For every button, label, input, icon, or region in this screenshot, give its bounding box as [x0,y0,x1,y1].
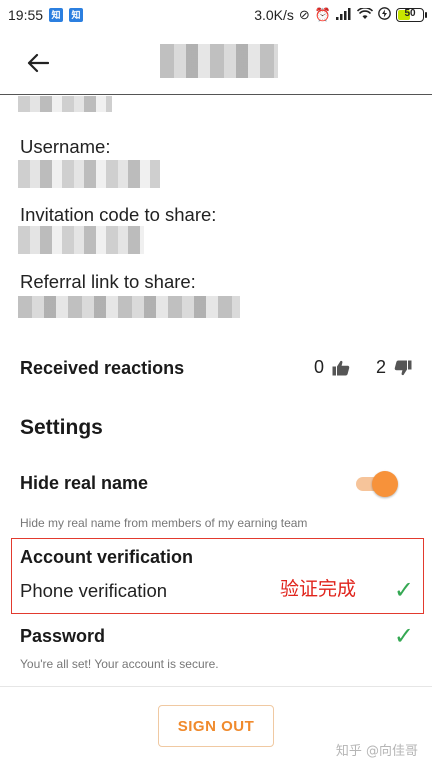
status-bar: 19:55 知 知 3.0K/s ⊘ ⏰ 50 [0,0,432,30]
zhihu-notification-icon-2: 知 [69,8,84,22]
thumbs-down-icon [394,360,412,375]
settings-title: Settings [20,416,103,439]
reaction-counts: 0 2 [314,357,412,378]
phone-verified-check-icon: ✓ [393,576,414,604]
phone-verification-label[interactable]: Phone verification [20,580,167,602]
thumbs-up-icon [332,360,350,375]
network-speed: 3.0K/s [254,7,294,23]
alarm-icon: ⏰ [314,7,331,22]
username-value-redacted [18,160,160,188]
status-right: 3.0K/s ⊘ ⏰ 50 [254,7,427,23]
app-bar [0,30,432,95]
invitation-code-label: Invitation code to share: [20,204,217,225]
password-secure-check-icon: ✓ [393,622,414,650]
password-helper: You're all set! Your account is secure. [20,657,219,671]
likes-count: 0 [313,357,324,377]
dislikes-count: 2 [375,357,386,377]
redacted-name [18,96,112,112]
sign-out-button[interactable]: SIGN OUT [158,705,274,747]
page-title-redacted [160,44,278,78]
hide-real-name-helper: Hide my real name from members of my ear… [20,516,308,530]
battery-icon: 50 [396,8,427,22]
charging-icon [378,7,391,23]
hide-real-name-toggle[interactable] [354,471,398,497]
status-time: 19:55 [8,7,44,23]
watermark: 知乎 @向佳哥 [335,744,418,759]
zhihu-notification-icon: 知 [49,8,64,22]
account-verification-title: Account verification [20,547,194,567]
arrow-left-icon [27,53,49,73]
username-label: Username: [20,136,111,157]
wifi-icon [356,7,374,23]
footer-divider [0,686,432,687]
referral-link-label: Referral link to share: [20,271,196,292]
battery-level: 50 [404,8,416,19]
signal-icon [336,7,352,23]
status-left: 19:55 知 知 [8,7,84,23]
received-reactions-title: Received reactions [20,358,185,378]
invitation-code-value-redacted[interactable] [18,226,144,254]
back-button[interactable] [22,48,54,78]
no-disturb-icon: ⊘ [298,7,310,22]
password-title: Password [20,626,106,646]
hide-real-name-title: Hide real name [20,473,149,493]
toggle-thumb [372,471,398,497]
verification-complete-annotation: 验证完成 [280,578,357,600]
referral-link-value-redacted[interactable] [18,296,240,318]
